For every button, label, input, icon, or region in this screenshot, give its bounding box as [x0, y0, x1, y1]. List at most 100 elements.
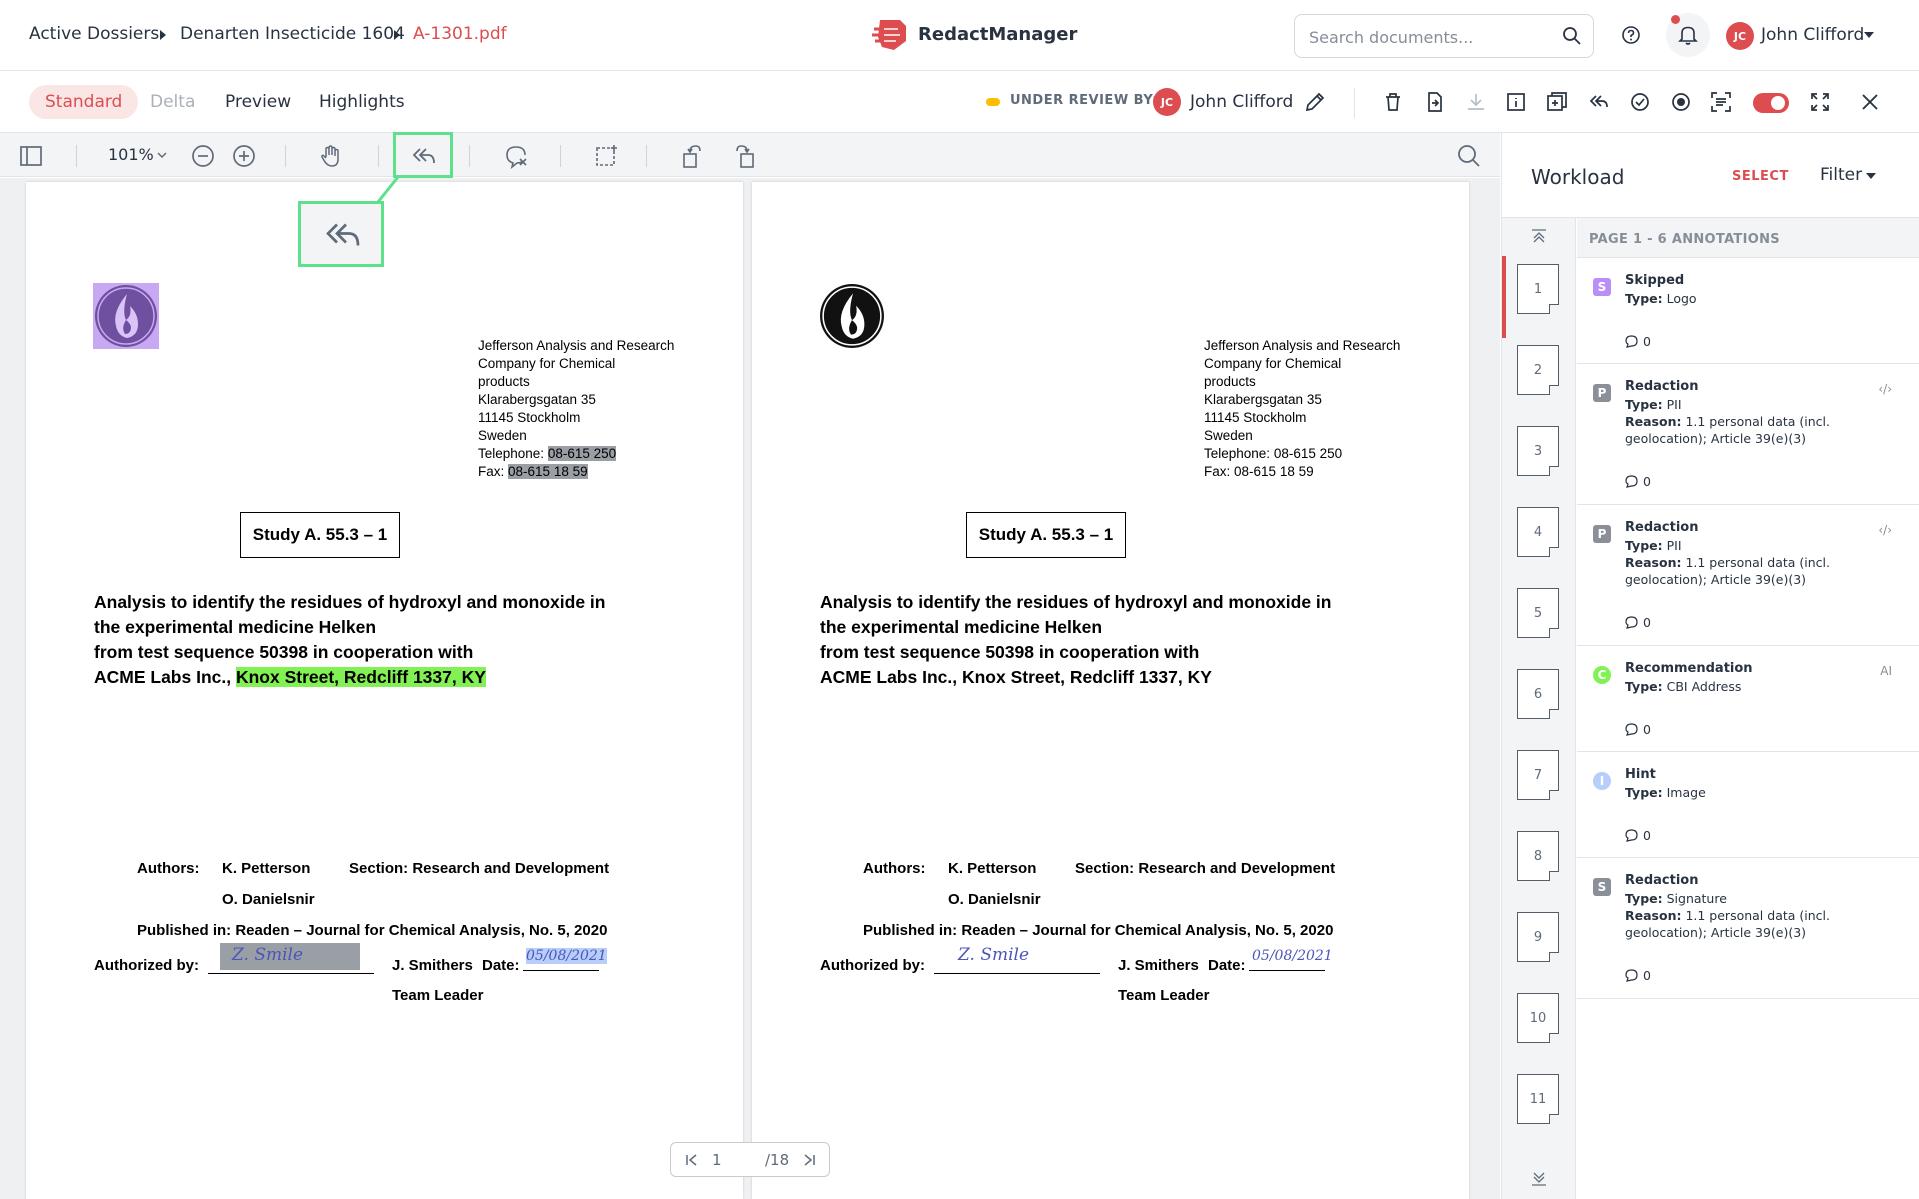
- annotation-type: Image: [1666, 785, 1706, 800]
- comment-icon: [1625, 969, 1638, 982]
- fax-redaction[interactable]: 08-615 18 59: [508, 464, 588, 479]
- current-page-input[interactable]: 1: [712, 1151, 722, 1169]
- page-thumbnail[interactable]: 9: [1517, 912, 1559, 962]
- zoom-out-icon[interactable]: [190, 143, 216, 169]
- zoom-level-select[interactable]: 101%: [108, 145, 154, 164]
- download-icon[interactable]: [1464, 90, 1488, 114]
- toggle-sidebar-icon[interactable]: [18, 143, 44, 169]
- page-thumbnail[interactable]: 1: [1517, 264, 1559, 314]
- page-thumbnail[interactable]: 3: [1517, 426, 1559, 476]
- document-title: Analysis to identify the residues of hyd…: [94, 590, 605, 690]
- tab-standard[interactable]: Standard: [29, 85, 139, 119]
- page-thumbnail[interactable]: 4: [1517, 507, 1559, 557]
- annotation-item[interactable]: S Redaction Type: Signature Reason: 1.1 …: [1577, 858, 1919, 999]
- redactmanager-logo-icon: [872, 20, 906, 50]
- annotation-type: Logo: [1666, 291, 1697, 306]
- rotate-right-icon[interactable]: [732, 143, 758, 169]
- address-line: Jefferson Analysis and Research: [1204, 338, 1401, 353]
- page-thumbnail[interactable]: 8: [1517, 831, 1559, 881]
- breadcrumb-current-file[interactable]: A-1301.pdf: [413, 24, 507, 44]
- page-corner: [1549, 385, 1559, 395]
- annotation-item[interactable]: C Recommendation AI Type: CBI Address 0: [1577, 646, 1919, 752]
- scroll-to-bottom-icon[interactable]: [1530, 1171, 1548, 1187]
- select-button[interactable]: SELECT: [1732, 169, 1789, 184]
- fullscreen-icon[interactable]: [1808, 90, 1832, 114]
- user-avatar[interactable]: JC: [1726, 22, 1754, 50]
- signature-line: [934, 973, 1100, 974]
- signature-redaction[interactable]: Z. Smile: [220, 943, 360, 970]
- compare-icon[interactable]: [1545, 90, 1569, 114]
- help-button[interactable]: [1609, 13, 1653, 57]
- telephone-label: Telephone:: [478, 446, 545, 461]
- annotation-reason-cont: geolocation); Article 39(e)(3): [1625, 431, 1807, 446]
- delete-icon[interactable]: [1381, 90, 1405, 114]
- document-page-annotated[interactable]: Jefferson Analysis and Research Company …: [26, 182, 743, 1199]
- page-corner: [1549, 1114, 1559, 1124]
- annotation-comments[interactable]: 0: [1625, 722, 1651, 737]
- brand-name: RedactManager: [918, 23, 1078, 45]
- record-icon[interactable]: [1669, 90, 1693, 114]
- rectangle-select-icon[interactable]: [594, 143, 620, 169]
- tab-delta[interactable]: Delta: [134, 85, 211, 119]
- remove-annotation-icon[interactable]: [503, 143, 529, 169]
- document-info-icon[interactable]: [1504, 90, 1528, 114]
- page-corner: [1549, 628, 1559, 638]
- page-thumbnail[interactable]: 2: [1517, 345, 1559, 395]
- pan-hand-icon[interactable]: [318, 143, 344, 169]
- page-thumbnail[interactable]: 5: [1517, 588, 1559, 638]
- reply-all-tool-button[interactable]: [393, 132, 453, 178]
- telephone-redaction[interactable]: 08-615 250: [547, 446, 617, 461]
- first-page-icon[interactable]: [685, 1153, 699, 1167]
- annotation-item[interactable]: I Hint Type: Image 0: [1577, 752, 1919, 858]
- tab-highlights[interactable]: Highlights: [303, 85, 421, 119]
- annotation-item[interactable]: P Redaction ‹/› Type: PII Reason: 1.1 pe…: [1577, 505, 1919, 646]
- page-annotations-header: PAGE 1 - 6 ANNOTATIONS: [1577, 218, 1919, 258]
- chevron-down-icon[interactable]: [1864, 31, 1874, 39]
- close-icon[interactable]: [1858, 90, 1882, 114]
- approve-icon[interactable]: [1628, 90, 1652, 114]
- annotation-reason: 1.1 personal data (incl.: [1685, 414, 1830, 429]
- tab-preview[interactable]: Preview: [209, 85, 307, 119]
- search-icon[interactable]: [1562, 26, 1582, 46]
- zoom-in-icon[interactable]: [231, 143, 257, 169]
- scroll-to-top-icon[interactable]: [1530, 228, 1548, 244]
- notifications-button[interactable]: [1666, 13, 1710, 57]
- breadcrumb-separator-icon: [160, 30, 166, 40]
- page-thumbnail[interactable]: 6: [1517, 669, 1559, 719]
- document-viewer[interactable]: Jefferson Analysis and Research Company …: [0, 178, 1500, 1199]
- search-input[interactable]: [1309, 26, 1549, 48]
- annotation-comments[interactable]: 0: [1625, 968, 1651, 983]
- rotate-left-icon[interactable]: [679, 143, 705, 169]
- user-name[interactable]: John Clifford: [1761, 25, 1864, 45]
- breadcrumb-separator-icon: [394, 30, 400, 40]
- page-thumbnail[interactable]: 7: [1517, 750, 1559, 800]
- export-file-icon[interactable]: [1423, 90, 1447, 114]
- filter-button[interactable]: Filter: [1820, 165, 1862, 185]
- chevron-down-icon[interactable]: [1866, 172, 1876, 180]
- edit-reviewer-icon[interactable]: [1303, 90, 1327, 114]
- annotation-comments[interactable]: 0: [1625, 828, 1651, 843]
- page-thumbnail[interactable]: 10: [1517, 993, 1559, 1043]
- cbi-address-recommendation[interactable]: Knox Street, Redcliff 1337, KY: [235, 667, 486, 687]
- annotation-comments[interactable]: 0: [1625, 474, 1651, 489]
- breadcrumb-item-dossier[interactable]: Denarten Insecticide 1604: [180, 24, 405, 44]
- page-thumbnail[interactable]: 11: [1517, 1074, 1559, 1124]
- authorizer-name: J. Smithers: [1118, 957, 1199, 974]
- comment-count: 0: [1643, 615, 1651, 630]
- redaction-toggle[interactable]: [1753, 93, 1789, 113]
- annotation-item[interactable]: P Redaction ‹/› Type: PII Reason: 1.1 pe…: [1577, 364, 1919, 505]
- page-corner: [1549, 952, 1559, 962]
- chevron-down-icon[interactable]: [157, 151, 167, 159]
- annotation-item[interactable]: S Skipped Type: Logo 0: [1577, 258, 1919, 364]
- reply-all-icon[interactable]: [1587, 90, 1611, 114]
- search-document-icon[interactable]: [1456, 143, 1482, 169]
- ocr-scan-icon[interactable]: [1709, 90, 1733, 114]
- skipped-logo-annotation[interactable]: [93, 283, 159, 349]
- last-page-icon[interactable]: [802, 1153, 816, 1167]
- breadcrumb-item-dossiers[interactable]: Active Dossiers: [29, 24, 159, 44]
- published-text: Published in: Readen – Journal for Chemi…: [137, 922, 608, 939]
- document-page-original[interactable]: Jefferson Analysis and Research Company …: [752, 182, 1469, 1199]
- annotation-comments[interactable]: 0: [1625, 334, 1651, 349]
- address-line: Sweden: [1204, 428, 1253, 443]
- annotation-comments[interactable]: 0: [1625, 615, 1651, 630]
